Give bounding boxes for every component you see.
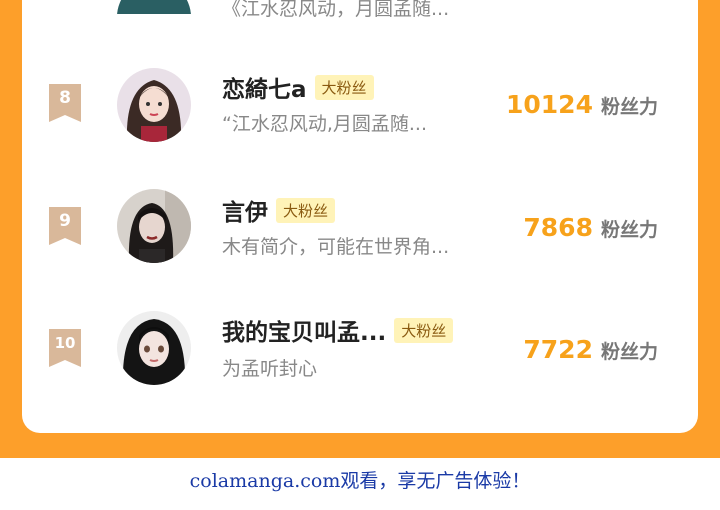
fan-power-value: 10124 [506, 90, 593, 119]
fan-power-unit: 粉丝力 [600, 219, 658, 241]
fan-power-unit: 粉丝力 [600, 96, 658, 118]
list-item[interactable]: 10 我的宝贝叫孟... 大粉丝 为孟听封心 7722 粉丝力 [22, 307, 698, 397]
user-bio: “江水忍风动,月圆孟随... [222, 113, 428, 135]
fan-power-value: 7868 [523, 213, 593, 242]
user-name[interactable]: 言伊 [222, 193, 268, 227]
fan-level-badge: 大粉丝 [314, 74, 374, 100]
avatar[interactable] [117, 189, 191, 263]
fan-power-unit: 粉丝力 [600, 341, 658, 363]
user-bio: 为孟听封心 [222, 358, 318, 380]
list-item[interactable]: 9 言伊 大粉丝 木有简介，可能在世界角... 7868 粉丝力 [22, 185, 698, 275]
rank-number: 10 [54, 334, 76, 352]
fan-level-badge: 大粉丝 [394, 317, 454, 343]
avatar[interactable] [117, 68, 191, 142]
user-name[interactable]: 恋綺七a [222, 70, 307, 104]
fan-power: 7722 粉丝力 [523, 335, 658, 364]
ranking-card: 《江水忍风动，月圆孟随... 8 恋綺七a 大粉丝 “江水忍风动,月圆孟随...… [22, 0, 698, 433]
user-name[interactable]: 我的宝贝叫孟... [222, 313, 386, 347]
watermark-footer[interactable]: colamanga.com观看，享无广告体验！ [0, 466, 720, 493]
rank-badge: 8 [49, 84, 81, 122]
rank-badge: 10 [49, 329, 81, 367]
fan-power: 7868 粉丝力 [523, 213, 658, 242]
rank-number: 9 [59, 211, 71, 231]
fan-power: 10124 粉丝力 [506, 90, 658, 119]
avatar[interactable] [117, 311, 191, 385]
rank-badge: 9 [49, 207, 81, 245]
fan-level-badge: 大粉丝 [276, 197, 336, 223]
avatar-partial[interactable] [117, 0, 191, 54]
partial-bio: 《江水忍风动，月圆孟随... [222, 0, 450, 20]
user-bio: 木有简介，可能在世界角... [222, 236, 450, 258]
rank-number: 8 [59, 88, 71, 108]
list-item[interactable]: 8 恋綺七a 大粉丝 “江水忍风动,月圆孟随... 10124 粉丝力 [22, 62, 698, 152]
fan-power-value: 7722 [523, 335, 593, 364]
